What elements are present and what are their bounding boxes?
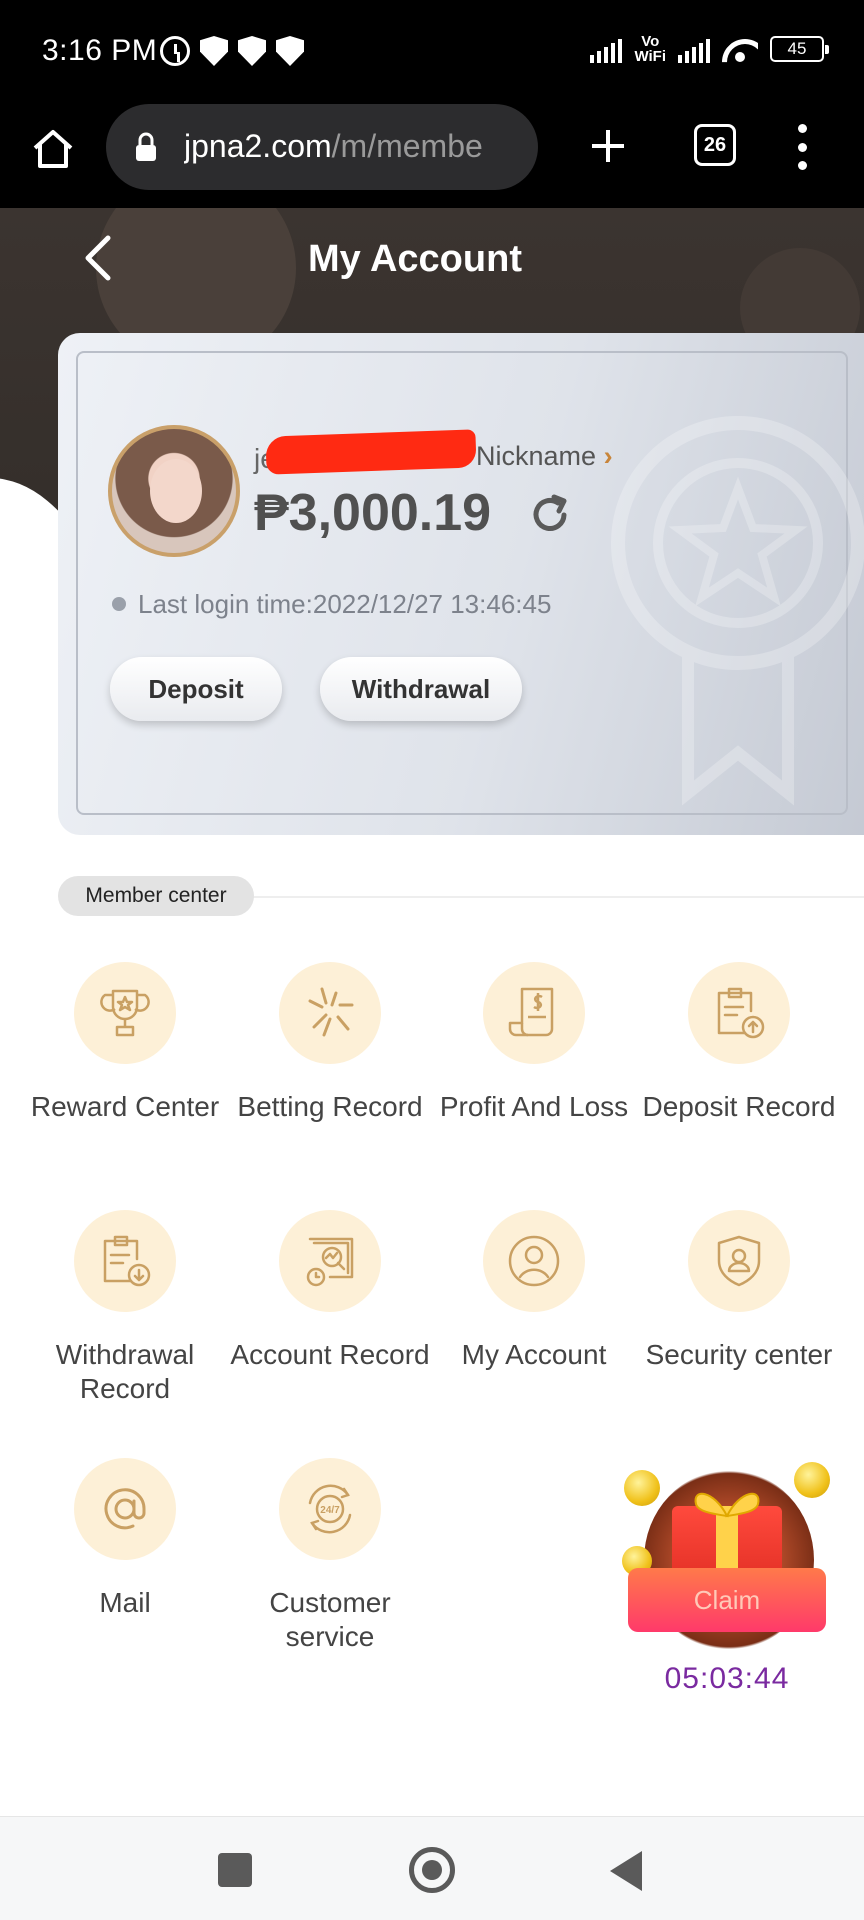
- user-icon: [483, 1210, 585, 1312]
- nickname-label: Nickname: [476, 441, 597, 471]
- page-title: My Account: [308, 238, 522, 280]
- menu-item-label: Security center: [645, 1339, 833, 1370]
- chevron-right-icon: ›: [603, 441, 613, 471]
- countdown-timer: 05:03:44: [664, 1662, 790, 1695]
- menu-item-profit-and-loss[interactable]: Profit And Loss: [434, 962, 634, 1124]
- at-icon: [74, 1458, 176, 1560]
- menu-item-label: Account Record: [230, 1339, 430, 1370]
- status-time: 3:16 PM: [42, 34, 158, 67]
- url-text: jpna2.com/m/membe: [184, 128, 524, 165]
- menu-item-mail[interactable]: Mail: [25, 1458, 225, 1620]
- system-navigation-bar: [0, 1816, 864, 1920]
- section-title: Member center: [58, 876, 254, 916]
- menu-item-deposit-record[interactable]: Deposit Record: [639, 962, 839, 1124]
- deposit-button[interactable]: Deposit: [110, 657, 282, 721]
- status-dot: [112, 597, 126, 611]
- shield-icon: [276, 36, 304, 66]
- clipboard-upload-icon: [688, 962, 790, 1064]
- vowifi-bottom: WiFi: [634, 48, 666, 65]
- coin-icon: [794, 1462, 830, 1498]
- coin-icon: [624, 1470, 660, 1506]
- shield-icon: [200, 36, 228, 66]
- status-bar: 3:16 PM Vo WiFi 45: [0, 0, 864, 104]
- home-circle-icon[interactable]: [409, 1847, 455, 1893]
- svg-text:24/7: 24/7: [320, 1505, 340, 1516]
- battery-icon: 45: [770, 36, 829, 62]
- menu-item-label: Customer service: [269, 1587, 391, 1652]
- url-host: jpna2.com: [184, 128, 332, 164]
- menu-item-label: Reward Center: [30, 1091, 220, 1122]
- avatar[interactable]: [108, 425, 240, 557]
- status-notification-icons: [160, 36, 304, 66]
- claim-gift-widget[interactable]: Claim 05:03:44: [622, 1462, 830, 1702]
- menu-item-my-account[interactable]: My Account: [434, 1210, 634, 1372]
- menu-item-account-record[interactable]: Account Record: [230, 1210, 430, 1372]
- menu-item-label: Profit And Loss: [439, 1091, 629, 1122]
- signal-icon: [678, 35, 710, 63]
- menu-item-label: My Account: [461, 1339, 607, 1370]
- wifi-icon: [722, 35, 758, 63]
- account-card: je Nickname › ₱3,000.19 Last login time:…: [58, 333, 864, 835]
- nickname-link[interactable]: Nickname ›: [476, 441, 613, 472]
- shield-icon: [238, 36, 266, 66]
- new-tab-icon[interactable]: [588, 126, 628, 166]
- last-login-time: Last login time:2022/12/27 13:46:45: [138, 589, 552, 619]
- support-24-7-icon: 24/7: [279, 1458, 381, 1560]
- back-triangle-icon[interactable]: [610, 1851, 642, 1891]
- menu-item-label: Withdrawal Record: [55, 1339, 195, 1404]
- status-system-icons: Vo WiFi 45: [590, 34, 829, 64]
- menu-item-label: Mail: [99, 1587, 151, 1618]
- menu-item-withdrawal-record[interactable]: Withdrawal Record: [25, 1210, 225, 1406]
- menu-item-betting-record[interactable]: Betting Record: [230, 962, 430, 1124]
- menu-item-label: Betting Record: [237, 1091, 423, 1122]
- menu-item-customer-service[interactable]: 24/7 Customer service: [230, 1458, 430, 1654]
- withdrawal-button[interactable]: Withdrawal: [320, 657, 522, 721]
- menu-item-security-center[interactable]: Security center: [639, 1210, 839, 1372]
- home-icon[interactable]: [30, 126, 76, 172]
- recents-icon[interactable]: [218, 1853, 252, 1887]
- address-bar[interactable]: jpna2.com/m/membe: [106, 104, 538, 190]
- redaction-mark: [265, 429, 477, 475]
- clipboard-download-icon: [74, 1210, 176, 1312]
- signal-icon: [590, 35, 623, 63]
- medal-watermark-icon: [611, 416, 864, 806]
- menu-item-reward-center[interactable]: Reward Center: [25, 962, 225, 1124]
- refresh-icon[interactable]: [528, 493, 572, 537]
- receipt-dollar-icon: [483, 962, 585, 1064]
- trophy-icon: [74, 962, 176, 1064]
- vowifi-top: Vo: [641, 33, 660, 50]
- more-menu-icon[interactable]: [796, 124, 808, 170]
- url-path: /m/membe: [331, 128, 483, 164]
- search-chart-icon: [279, 1210, 381, 1312]
- claim-button[interactable]: Claim: [628, 1568, 826, 1632]
- lock-icon: [136, 132, 156, 161]
- betting-icon: [279, 962, 381, 1064]
- alarm-icon: [160, 36, 190, 66]
- balance-amount: ₱3,000.19: [254, 484, 492, 542]
- section-divider: [230, 896, 864, 898]
- menu-item-label: Deposit Record: [642, 1091, 836, 1122]
- browser-toolbar: jpna2.com/m/membe 26: [0, 104, 864, 208]
- shield-user-icon: [688, 1210, 790, 1312]
- tabs-button[interactable]: 26: [694, 124, 736, 166]
- vowifi-icon: Vo WiFi: [634, 34, 666, 64]
- gift-bow-icon: [694, 1492, 760, 1518]
